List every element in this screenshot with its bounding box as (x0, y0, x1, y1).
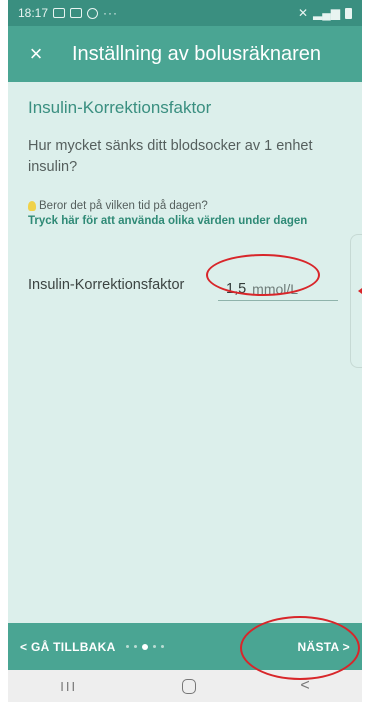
page-dot (152, 645, 156, 648)
gallery-icon (53, 8, 66, 18)
app-bar: × Inställning av bolusräknaren (8, 26, 362, 82)
bottom-bar: < GÅ TILLBAKA NÄSTA > (8, 623, 362, 670)
page-title: Inställning av bolusräknaren (72, 42, 322, 65)
correction-factor-unit: mmol/L (252, 280, 299, 297)
hint: Beror det på vilken tid på dagen? (28, 200, 346, 212)
back-label: < GÅ TILLBAKA (20, 639, 116, 654)
status-left: 18:17 ··· (18, 6, 118, 20)
correction-factor-value: 1,5 (226, 280, 247, 297)
correction-factor-label: Insulin-Korrektionsfaktor (28, 277, 185, 293)
side-panel-handle[interactable] (350, 234, 362, 368)
globe-icon (87, 7, 99, 19)
lightbulb-icon (28, 201, 36, 211)
android-nav-bar: III < (8, 670, 362, 702)
correction-factor-row: Insulin-Korrektionsfaktor 1,5 mmol/L (28, 277, 346, 303)
status-time: 18:17 (18, 6, 49, 20)
page-indicator (125, 643, 164, 650)
arrow-head (358, 285, 362, 297)
next-button[interactable]: NÄSTA > (298, 640, 350, 654)
mute-icon: ✕ (297, 6, 309, 20)
phone-screen: 18:17 ··· ✕ ▂▄▆ × Inställning av bolusrä… (8, 0, 362, 702)
section-title: Insulin-Korrektionsfaktor (28, 98, 212, 117)
correction-factor-input[interactable]: 1,5 mmol/L (218, 277, 338, 301)
time-of-day-link[interactable]: Tryck här för att använda olika värden u… (28, 215, 346, 227)
recent-apps-button[interactable]: III (60, 679, 77, 694)
close-button[interactable]: × (8, 26, 64, 82)
status-right: ✕ ▂▄▆ (298, 6, 352, 20)
status-bar: 18:17 ··· ✕ ▂▄▆ (8, 0, 362, 26)
back-nav-button[interactable]: < (300, 677, 309, 695)
message-icon (70, 8, 83, 18)
annotation-arrow (358, 285, 362, 297)
content: Insulin-Korrektionsfaktor Hur mycket sän… (28, 82, 346, 301)
next-label: NÄSTA > (297, 639, 350, 654)
close-icon: × (29, 41, 43, 66)
signal-icon: ▂▄▆ (313, 6, 340, 20)
page-dot (125, 645, 129, 648)
battery-icon (345, 7, 352, 19)
page-dot-active (141, 643, 148, 650)
home-button[interactable] (181, 678, 196, 694)
more-notifications: ··· (103, 6, 119, 20)
hint-text: Beror det på vilken tid på dagen? (39, 200, 208, 212)
back-button[interactable]: < GÅ TILLBAKA (20, 640, 164, 654)
question-text: Hur mycket sänks ditt blodsocker av 1 en… (28, 138, 313, 175)
page-dot (160, 645, 164, 648)
page-dot (133, 645, 137, 648)
